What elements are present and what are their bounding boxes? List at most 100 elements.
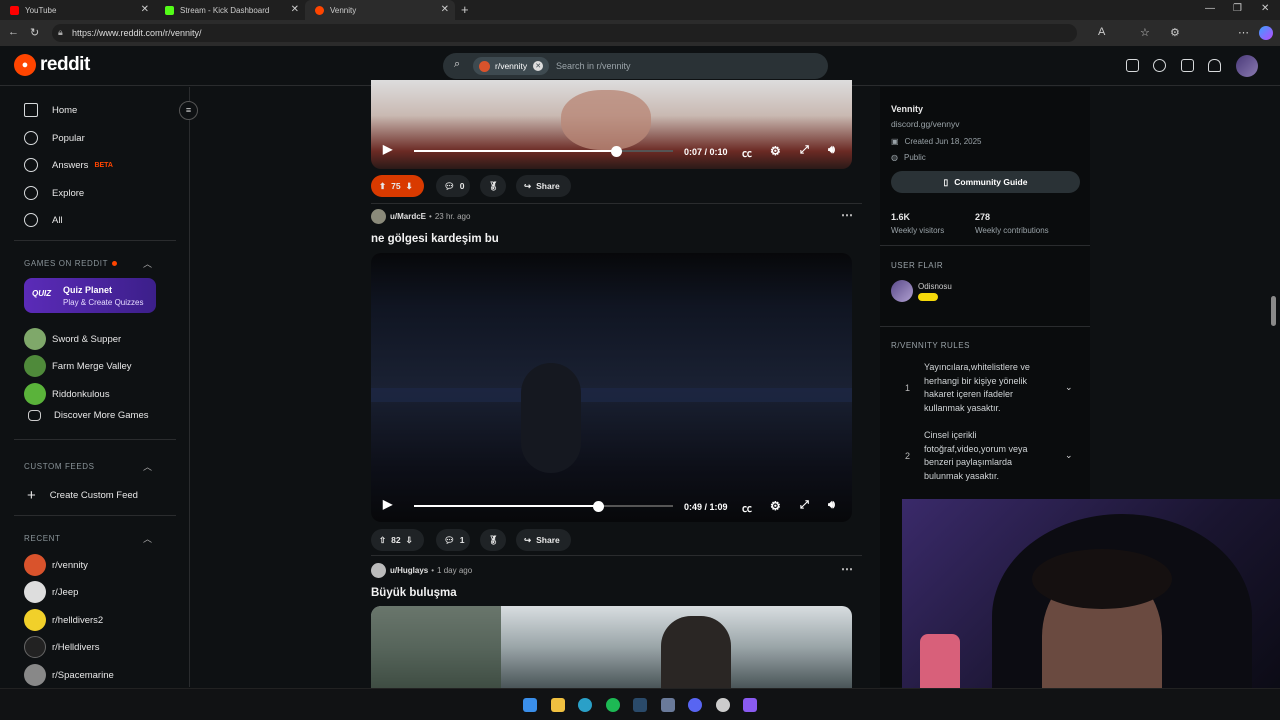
- collapse-menu-icon[interactable]: ≡: [179, 101, 198, 120]
- sidebar-item-explore[interactable]: Explore: [24, 186, 84, 200]
- tab-kick[interactable]: Stream - Kick Dashboard ✕: [155, 0, 305, 20]
- chevron-up-icon[interactable]: ︿: [143, 460, 152, 473]
- quiz-planet-card[interactable]: QUIZ Quiz Planet Play & Create Quizzes: [24, 278, 156, 313]
- search-bar[interactable]: ⌕ r/vennity ✕ Search in r/vennity: [443, 53, 828, 79]
- game-farm-merge[interactable]: Farm Merge Valley: [24, 355, 132, 377]
- game-sword-supper[interactable]: Sword & Supper: [24, 328, 121, 350]
- play-icon[interactable]: ▶: [383, 142, 392, 156]
- post-author[interactable]: u/Huglays • 1 day ago: [371, 563, 472, 578]
- steam-icon[interactable]: [633, 698, 647, 712]
- upvote-icon[interactable]: ⇧: [379, 535, 386, 546]
- video-scrubber[interactable]: [611, 146, 623, 157]
- award-button[interactable]: 🏅︎: [480, 175, 506, 197]
- chat-icon[interactable]: [1153, 59, 1166, 72]
- advertise-icon[interactable]: [1126, 59, 1139, 72]
- share-button[interactable]: ↪ Share: [516, 529, 571, 551]
- fullscreen-icon[interactable]: ⤢: [800, 499, 809, 512]
- address-bar[interactable]: 🔒︎ https://www.reddit.com/r/vennity/: [52, 24, 1077, 42]
- volume-icon[interactable]: 🔊︎: [828, 499, 835, 512]
- extensions-icon[interactable]: ⚙: [1170, 26, 1180, 39]
- community-guide-button[interactable]: ▯ Community Guide: [891, 171, 1080, 193]
- spotify-icon[interactable]: [606, 698, 620, 712]
- create-post-icon[interactable]: [1181, 59, 1194, 72]
- video-player[interactable]: ▶ 0:07 / 0:10 ㏄ ⚙ ⤢ 🔊︎: [371, 80, 852, 169]
- post-author[interactable]: u/MardcE • 23 hr. ago: [371, 209, 470, 224]
- discover-more-games[interactable]: Discover More Games: [24, 410, 149, 421]
- more-options-icon[interactable]: ⋯: [841, 562, 853, 576]
- rule-text[interactable]: Yayıncılara,whitelistlere ve herhangi bi…: [924, 361, 1049, 415]
- games-section-heading[interactable]: GAMES ON REDDIT: [24, 259, 118, 268]
- refresh-icon[interactable]: ↻: [30, 26, 39, 39]
- recent-item-vennity[interactable]: r/vennity: [24, 554, 88, 576]
- copilot-icon[interactable]: [1259, 26, 1273, 40]
- recent-item-spacemarine[interactable]: r/Spacemarine: [24, 664, 114, 686]
- settings-icon[interactable]: ⚙: [770, 499, 781, 513]
- recent-item-jeep[interactable]: r/Jeep: [24, 581, 78, 603]
- more-icon[interactable]: ⋯: [1238, 26, 1249, 39]
- discord-icon[interactable]: [688, 698, 702, 712]
- settings-icon[interactable]: ⚙: [770, 144, 781, 158]
- create-custom-feed[interactable]: + Create Custom Feed: [24, 487, 138, 504]
- downvote-icon[interactable]: ⇩: [406, 535, 413, 546]
- rule-text[interactable]: Cinsel içerikli fotoğraf,video,yorum vey…: [924, 429, 1049, 483]
- post-title[interactable]: ne gölgesi kardeşim bu: [371, 233, 499, 245]
- video-player[interactable]: ▶ 0:49 / 1:09 ㏄ ⚙ ⤢ 🔊︎: [371, 253, 852, 522]
- obs-icon[interactable]: [716, 698, 730, 712]
- file-explorer-icon[interactable]: [551, 698, 565, 712]
- windows-start-icon[interactable]: [523, 698, 537, 712]
- close-icon[interactable]: ✕: [441, 4, 449, 15]
- share-button[interactable]: ↪ Share: [516, 175, 571, 197]
- fullscreen-icon[interactable]: ⤢: [800, 144, 809, 157]
- sidebar-item-popular[interactable]: Popular: [24, 131, 85, 145]
- game-riddonkulous[interactable]: Riddonkulous: [24, 383, 110, 405]
- tab-youtube[interactable]: YouTube ✕: [0, 0, 155, 20]
- captions-icon[interactable]: ㏄: [742, 145, 752, 160]
- app-icon[interactable]: [743, 698, 757, 712]
- notifications-icon[interactable]: [1208, 59, 1221, 72]
- new-tab-button[interactable]: +: [461, 2, 469, 17]
- close-icon[interactable]: ✕: [291, 4, 299, 15]
- read-aloud-icon[interactable]: A: [1098, 26, 1105, 38]
- sidebar-item-home[interactable]: Home: [24, 103, 77, 117]
- downvote-icon[interactable]: ⬇: [406, 181, 413, 192]
- chevron-down-icon[interactable]: ⌄: [1065, 382, 1073, 393]
- close-window-icon[interactable]: ✕: [1261, 3, 1269, 14]
- minimize-icon[interactable]: —: [1205, 3, 1215, 14]
- video-scrubber[interactable]: [592, 501, 604, 512]
- user-avatar[interactable]: [1236, 55, 1258, 77]
- comments-button[interactable]: 💬︎ 1: [436, 529, 470, 551]
- reddit-logo[interactable]: ● reddit: [14, 54, 90, 76]
- upvote-icon[interactable]: ⬆: [379, 181, 386, 192]
- close-icon[interactable]: ✕: [141, 4, 149, 15]
- reddit-icon: [315, 5, 324, 15]
- recent-item-helldivers[interactable]: r/Helldivers: [24, 636, 100, 658]
- chevron-down-icon[interactable]: ⌄: [1065, 450, 1073, 461]
- flair-username[interactable]: Odisnosu: [918, 282, 952, 291]
- more-options-icon[interactable]: ⋯: [841, 208, 853, 222]
- back-icon[interactable]: ←: [8, 26, 19, 38]
- community-link[interactable]: discord.gg/vennyv: [891, 119, 960, 129]
- post-image[interactable]: [371, 606, 852, 688]
- award-button[interactable]: 🏅︎: [480, 529, 506, 551]
- maximize-icon[interactable]: ❐: [1233, 3, 1242, 14]
- award-icon: 🏅︎: [488, 180, 499, 191]
- favorite-star-icon[interactable]: ☆: [1140, 26, 1150, 39]
- recent-item-helldivers2[interactable]: r/helldivers2: [24, 609, 103, 631]
- custom-feeds-heading[interactable]: CUSTOM FEEDS: [24, 462, 95, 471]
- page-scrollbar[interactable]: [1271, 296, 1276, 326]
- post-title[interactable]: Büyük buluşma: [371, 587, 457, 599]
- captions-icon[interactable]: ㏄: [742, 500, 752, 515]
- edge-icon[interactable]: [578, 698, 592, 712]
- app-icon[interactable]: [661, 698, 675, 712]
- comments-button[interactable]: 💬︎ 0: [436, 175, 470, 197]
- chip-close-icon[interactable]: ✕: [533, 61, 544, 71]
- sidebar-item-answers[interactable]: Answers BETA: [24, 158, 113, 172]
- chevron-up-icon[interactable]: ︿: [143, 257, 152, 270]
- volume-icon[interactable]: 🔊︎: [828, 144, 835, 157]
- play-icon[interactable]: ▶: [383, 497, 392, 511]
- chevron-up-icon[interactable]: ︿: [143, 532, 152, 545]
- sidebar-item-all[interactable]: All: [24, 213, 63, 227]
- tab-vennity[interactable]: Vennity ✕: [305, 0, 455, 20]
- search-community-chip[interactable]: r/vennity ✕: [473, 57, 550, 75]
- recent-heading[interactable]: RECENT: [24, 534, 61, 543]
